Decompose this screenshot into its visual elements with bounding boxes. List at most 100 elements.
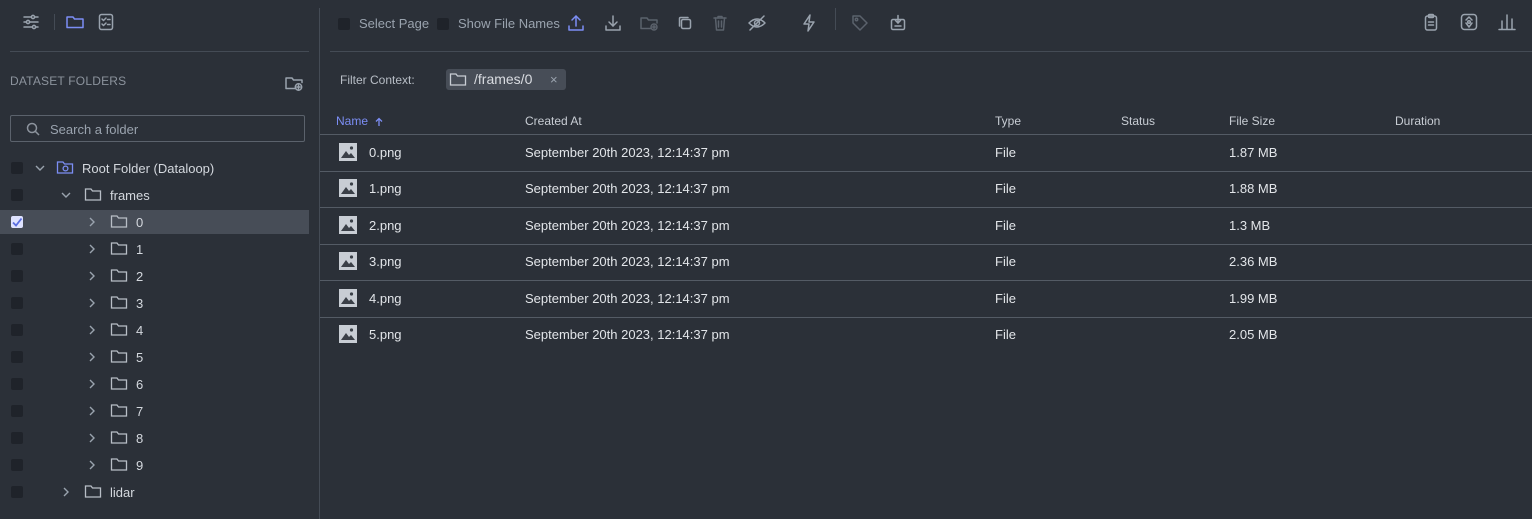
move-to-folder-icon[interactable] xyxy=(638,12,660,34)
chevron-right-icon[interactable] xyxy=(59,485,73,499)
copy-icon[interactable] xyxy=(674,12,696,34)
cell-size: 2.36 MB xyxy=(1229,254,1278,269)
tree-item-checkbox[interactable] xyxy=(11,324,23,336)
hide-icon[interactable] xyxy=(746,12,768,34)
tree-item[interactable]: 9 xyxy=(0,453,309,477)
tree-item-checkbox[interactable] xyxy=(11,432,23,444)
cell-type: File xyxy=(995,145,1016,160)
lightning-icon[interactable] xyxy=(798,12,820,34)
chevron-right-icon[interactable] xyxy=(85,323,99,337)
cell-name: 3.png xyxy=(369,254,402,269)
chevron-right-icon[interactable] xyxy=(85,296,99,310)
tree-item-checkbox[interactable] xyxy=(11,162,23,174)
cell-size: 1.87 MB xyxy=(1229,145,1278,160)
tree-item[interactable]: Root Folder (Dataloop) xyxy=(0,156,309,180)
tree-item[interactable]: 7 xyxy=(0,399,309,423)
download-icon[interactable] xyxy=(602,12,624,34)
export-icon[interactable] xyxy=(887,12,909,34)
chevron-down-icon[interactable] xyxy=(59,188,73,202)
cell-name: 0.png xyxy=(369,145,402,160)
tree-item[interactable]: 2 xyxy=(0,264,309,288)
tree-item-checkbox[interactable] xyxy=(11,297,23,309)
cell-size: 2.05 MB xyxy=(1229,327,1278,342)
chevron-right-icon[interactable] xyxy=(85,215,99,229)
tree-item-checkbox[interactable] xyxy=(11,486,23,498)
select-page-checkbox[interactable] xyxy=(338,18,350,30)
filter-context-value: /frames/0 xyxy=(474,71,533,87)
chevron-right-icon[interactable] xyxy=(85,350,99,364)
column-header-status[interactable]: Status xyxy=(1121,114,1155,128)
select-page-label: Select Page xyxy=(359,16,430,31)
cell-size: 1.88 MB xyxy=(1229,181,1278,196)
chart-icon[interactable] xyxy=(1496,11,1518,33)
image-file-icon xyxy=(339,289,357,307)
tree-item[interactable]: 0 xyxy=(0,210,309,234)
chevron-down-icon[interactable] xyxy=(33,161,47,175)
chip-close-icon[interactable]: × xyxy=(550,72,558,87)
table-row[interactable]: 3.png September 20th 2023, 12:14:37 pm Fil… xyxy=(320,244,1532,280)
tree-item-checkbox[interactable] xyxy=(11,459,23,471)
tree-item-label: 9 xyxy=(136,458,144,473)
sidebar-top-border xyxy=(10,51,309,52)
column-header-duration[interactable]: Duration xyxy=(1395,114,1440,128)
main-top-border xyxy=(330,51,1532,52)
table-row[interactable]: 4.png September 20th 2023, 12:14:37 pm Fil… xyxy=(320,281,1532,317)
chevron-right-icon[interactable] xyxy=(85,269,99,283)
chevron-right-icon[interactable] xyxy=(85,242,99,256)
cell-type: File xyxy=(995,181,1016,196)
tree-item[interactable]: lidar xyxy=(0,480,309,504)
tree-item-label: 5 xyxy=(136,350,144,365)
tree-item[interactable]: 3 xyxy=(0,291,309,315)
delete-icon[interactable] xyxy=(709,12,731,34)
tree-item-checkbox[interactable] xyxy=(11,378,23,390)
table-row[interactable]: 1.png September 20th 2023, 12:14:37 pm Fil… xyxy=(320,171,1532,207)
recycle-icon[interactable] xyxy=(1458,11,1480,33)
folder-icon xyxy=(110,375,128,393)
tree-item-checkbox[interactable] xyxy=(11,270,23,282)
filter-settings-icon[interactable] xyxy=(20,11,42,33)
tree-item-checkbox[interactable] xyxy=(11,243,23,255)
filter-context-chip[interactable]: /frames/0 × xyxy=(446,69,566,90)
tree-item[interactable]: 4 xyxy=(0,318,309,342)
cell-created: September 20th 2023, 12:14:37 pm xyxy=(525,254,730,269)
tree-item[interactable]: 8 xyxy=(0,426,309,450)
checklist-icon[interactable] xyxy=(95,11,117,33)
folder-icon xyxy=(110,348,128,366)
root-folder-icon xyxy=(56,159,74,177)
cell-size: 1.99 MB xyxy=(1229,291,1278,306)
chevron-right-icon[interactable] xyxy=(85,404,99,418)
cell-type: File xyxy=(995,218,1016,233)
column-header-name[interactable]: Name xyxy=(336,114,384,128)
table-row[interactable]: 5.png September 20th 2023, 12:14:37 pm Fil… xyxy=(320,317,1532,353)
table-row[interactable]: 2.png September 20th 2023, 12:14:37 pm Fil… xyxy=(320,208,1532,244)
cell-name: 4.png xyxy=(369,291,402,306)
sort-arrow-up-icon[interactable] xyxy=(374,117,384,127)
column-header-file-size[interactable]: File Size xyxy=(1229,114,1275,128)
tree-item-checkbox[interactable] xyxy=(11,405,23,417)
table-row[interactable]: 0.png September 20th 2023, 12:14:37 pm Fil… xyxy=(320,135,1532,171)
tree-item[interactable]: 6 xyxy=(0,372,309,396)
tree-item-checkbox[interactable] xyxy=(11,189,23,201)
add-folder-icon[interactable] xyxy=(283,72,305,94)
tree-item[interactable]: 1 xyxy=(0,237,309,261)
folder-view-icon[interactable] xyxy=(64,11,86,33)
tree-item[interactable]: 5 xyxy=(0,345,309,369)
folder-icon xyxy=(110,429,128,447)
upload-icon[interactable] xyxy=(565,12,587,34)
clipboard-icon[interactable] xyxy=(1420,11,1442,33)
cell-type: File xyxy=(995,254,1016,269)
folder-search-input[interactable]: Search a folder xyxy=(10,115,305,142)
tree-item[interactable]: frames xyxy=(0,183,309,207)
column-header-created-at[interactable]: Created At xyxy=(525,114,582,128)
chevron-right-icon[interactable] xyxy=(85,458,99,472)
tree-item-checkbox[interactable] xyxy=(11,351,23,363)
tag-icon[interactable] xyxy=(849,12,871,34)
column-header-type[interactable]: Type xyxy=(995,114,1021,128)
tree-item-label: 8 xyxy=(136,431,144,446)
chevron-right-icon[interactable] xyxy=(85,431,99,445)
cell-name: 1.png xyxy=(369,181,402,196)
chevron-right-icon[interactable] xyxy=(85,377,99,391)
show-file-names-checkbox[interactable] xyxy=(437,18,449,30)
tree-item-checkbox[interactable] xyxy=(11,216,23,228)
column-header-label: Name xyxy=(336,114,369,128)
